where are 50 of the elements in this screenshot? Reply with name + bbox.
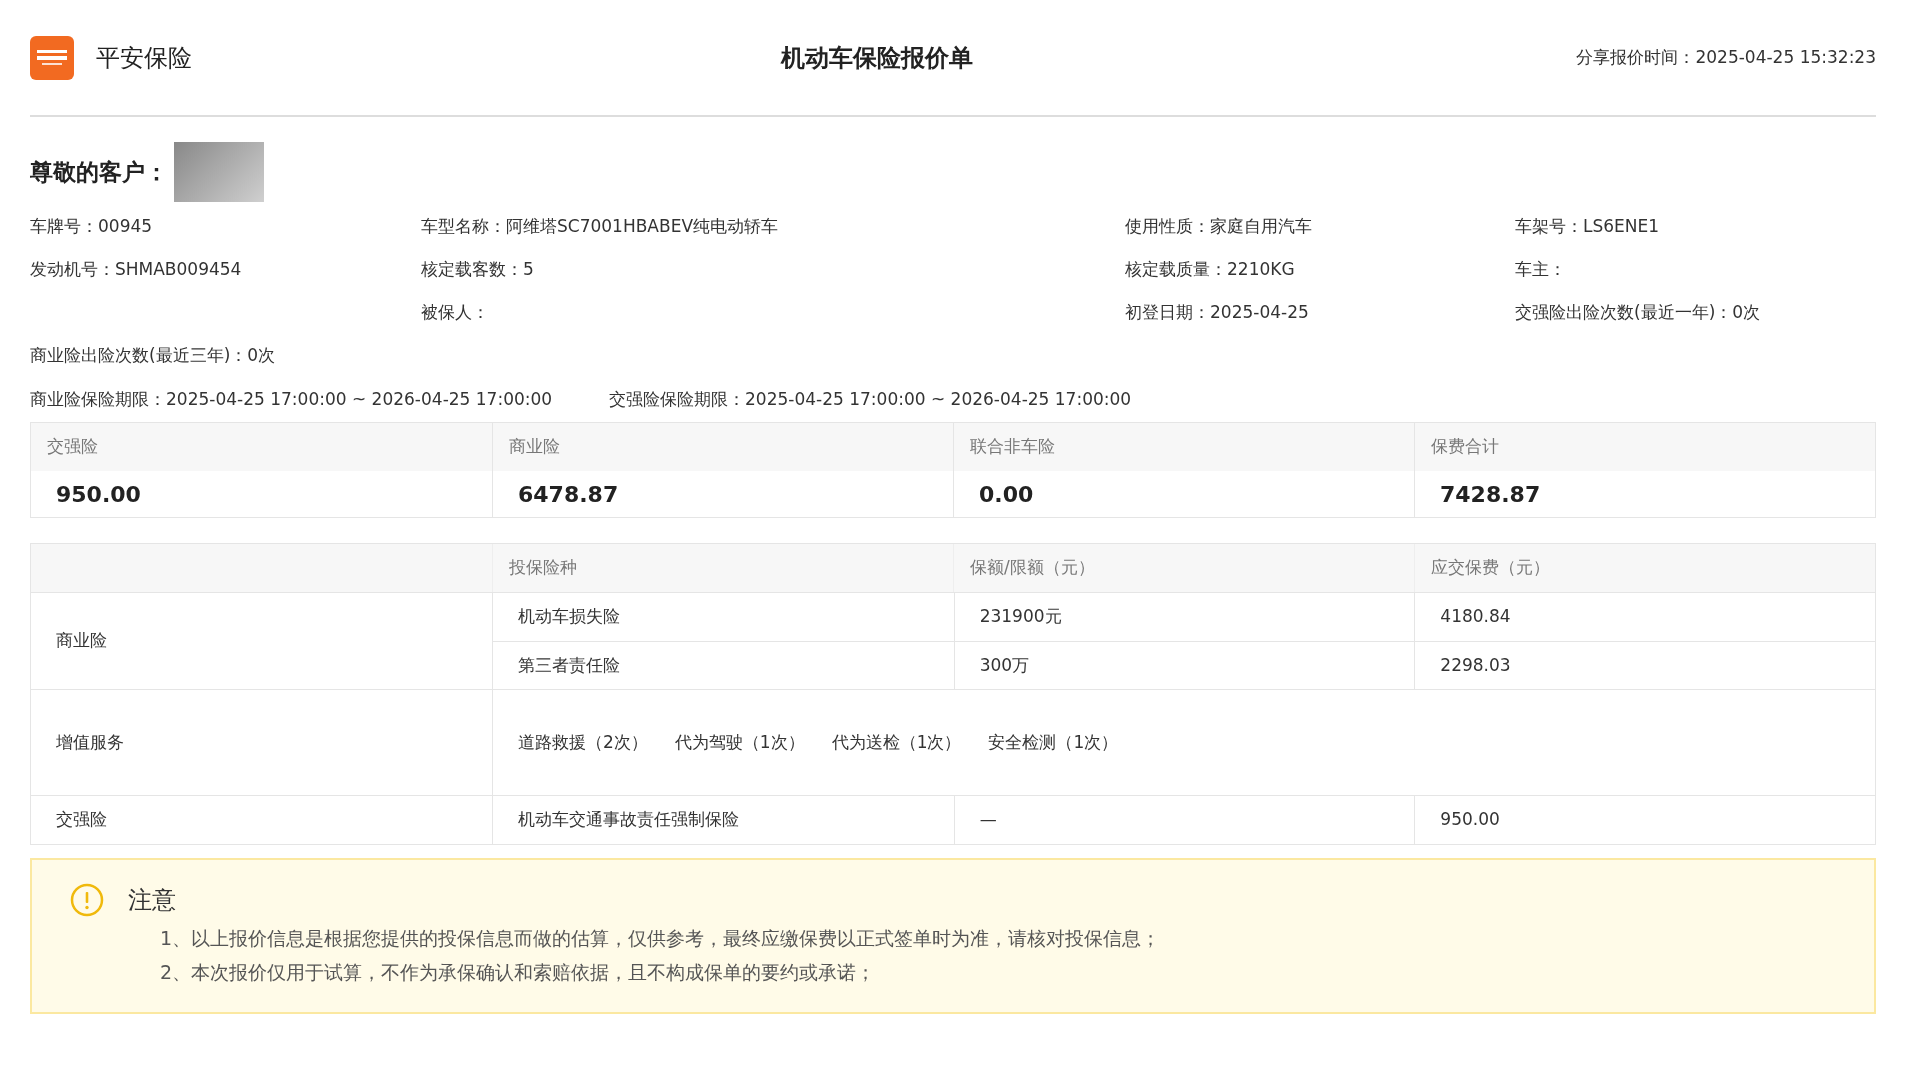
summary-label: 交强险	[31, 423, 492, 471]
info-field: 车主：	[1515, 258, 1566, 279]
table-cell-text: 950.00	[1440, 808, 1500, 832]
summary-value: 0.00	[978, 480, 1035, 509]
brand-name: 平安保险	[96, 42, 193, 74]
notice-text: 1、以上报价信息是根据您提供的投保信息而做的估算，仅供参考，最终应缴保费以正式签单时为准，请核对投保信息；	[160, 926, 1162, 951]
table-cell-text: 机动车损失险	[518, 605, 620, 629]
info-field: 车型名称：阿维塔SC7001HBABEV纯电动轿车	[421, 215, 779, 236]
info-field: 初登日期：2025-04-25	[1125, 301, 1309, 322]
column-header: 应交保费（元）	[1431, 556, 1550, 580]
logo-icon	[30, 35, 74, 80]
notice-text: 2、本次报价仅用于试算，不作为承保确认和索赔依据，且不构成保单的要约或承诺；	[160, 960, 877, 985]
info-field: 交强险出险次数(最近一年)：0次	[1515, 301, 1761, 322]
column-header: 保额/限额（元）	[970, 556, 1095, 580]
table-cell-text: 4180.84	[1440, 605, 1511, 629]
info-field: 核定载质量：2210KG	[1125, 258, 1295, 279]
table-cell-text: 300万	[979, 653, 1030, 677]
summary-value: 7428.87	[1439, 480, 1542, 509]
info-field: 被保人：	[421, 301, 489, 322]
service-item: 代为送检（1次）	[831, 730, 962, 754]
info-field: 使用性质：家庭自用汽车	[1125, 215, 1312, 236]
info-field: 核定载客数：5	[421, 258, 534, 279]
policy-period: 商业险保险期限：2025-04-25 17:00:00 ~ 2026-04-25 17:00:00	[30, 387, 554, 411]
info-field: 商业险出险次数(最近三年)：0次	[30, 344, 276, 365]
summary-label: 保费合计	[1415, 423, 1875, 471]
policy-period: 交强险保险期限：2025-04-25 17:00:00 ~ 2026-04-25 17:00:00	[609, 387, 1132, 411]
table-cell-text: —	[979, 808, 997, 832]
summary-label: 联合非车险	[954, 423, 1414, 471]
group-name: 商业险	[56, 629, 107, 653]
page-title: 机动车保险报价单	[779, 42, 974, 74]
service-item: 安全检测（1次）	[988, 730, 1119, 754]
notice-title: 注意	[128, 885, 176, 916]
summary-value: 950.00	[55, 480, 142, 509]
info-field: 发动机号：SHMAB009454	[30, 258, 242, 279]
service-item: 代为驾驶（1次）	[674, 730, 805, 754]
group-name: 增值服务	[56, 730, 124, 754]
service-item: 道路救援（2次）	[518, 730, 648, 754]
table-cell-text: 231900元	[979, 605, 1062, 629]
share-time: 分享报价时间：2025-04-25 15:32:23	[1575, 45, 1876, 69]
table-cell-text: 第三者责任险	[518, 653, 620, 677]
greeting: 尊敬的客户：	[30, 157, 168, 187]
table-cell-text: 机动车交通事故责任强制保险	[518, 808, 739, 832]
table-cell-text: 2298.03	[1440, 653, 1511, 677]
group-name: 交强险	[56, 808, 107, 832]
warning-icon	[70, 883, 104, 917]
column-header: 投保险种	[509, 556, 577, 580]
info-field: 车牌号：00945	[30, 215, 153, 236]
summary-value: 6478.87	[517, 480, 620, 509]
summary-label: 商业险	[493, 423, 953, 471]
info-field: 车架号：LS6ENE1	[1515, 215, 1660, 236]
